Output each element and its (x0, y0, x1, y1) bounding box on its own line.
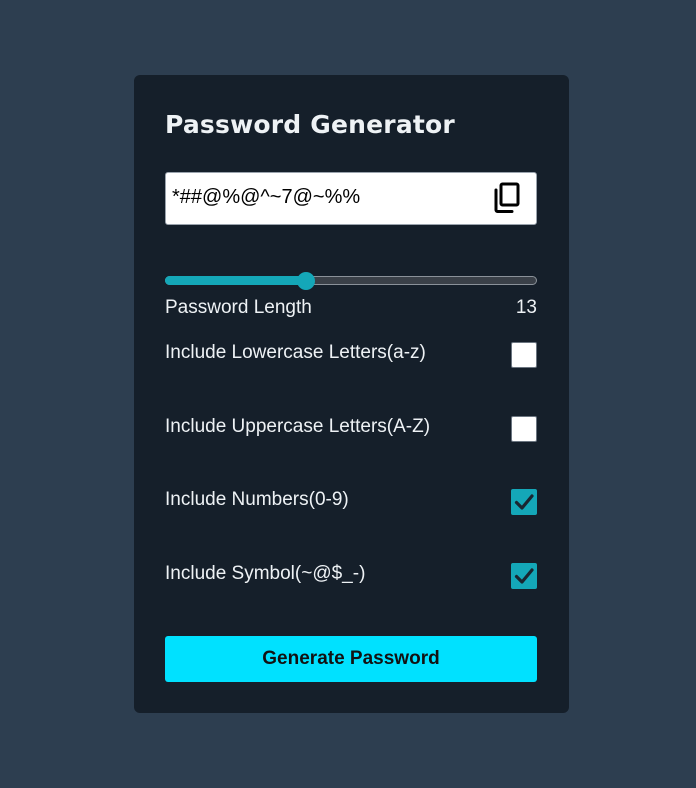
symbols-checkbox[interactable] (511, 563, 537, 589)
password-length-label: Password Length (165, 297, 312, 318)
page-title: Password Generator (165, 110, 455, 139)
copy-icon[interactable] (492, 182, 522, 214)
password-output[interactable]: *##@%@^~7@~%% (165, 172, 537, 225)
password-length-value: 13 (515, 297, 537, 318)
option-lowercase: Include Lowercase Letters(a-z) (165, 342, 537, 370)
option-label: Include Uppercase Letters(A-Z) (165, 416, 431, 437)
check-icon (514, 568, 534, 584)
slider-thumb[interactable] (297, 272, 315, 290)
option-symbols: Include Symbol(~@$_-) (165, 563, 537, 591)
option-numbers: Include Numbers(0-9) (165, 489, 537, 517)
slider-fill (165, 276, 306, 285)
password-length-row: Password Length 13 (165, 297, 537, 319)
option-label: Include Numbers(0-9) (165, 489, 349, 510)
option-uppercase: Include Uppercase Letters(A-Z) (165, 416, 537, 444)
check-icon (514, 494, 534, 510)
password-generator-card: Password Generator *##@%@^~7@~%% Passwor… (134, 75, 569, 713)
lowercase-checkbox[interactable] (511, 342, 537, 368)
numbers-checkbox[interactable] (511, 489, 537, 515)
uppercase-checkbox[interactable] (511, 416, 537, 442)
password-text: *##@%@^~7@~%% (172, 186, 361, 208)
generate-password-button[interactable]: Generate Password (165, 636, 537, 682)
option-label: Include Symbol(~@$_-) (165, 563, 366, 584)
option-label: Include Lowercase Letters(a-z) (165, 342, 426, 363)
password-length-slider[interactable] (165, 272, 537, 290)
